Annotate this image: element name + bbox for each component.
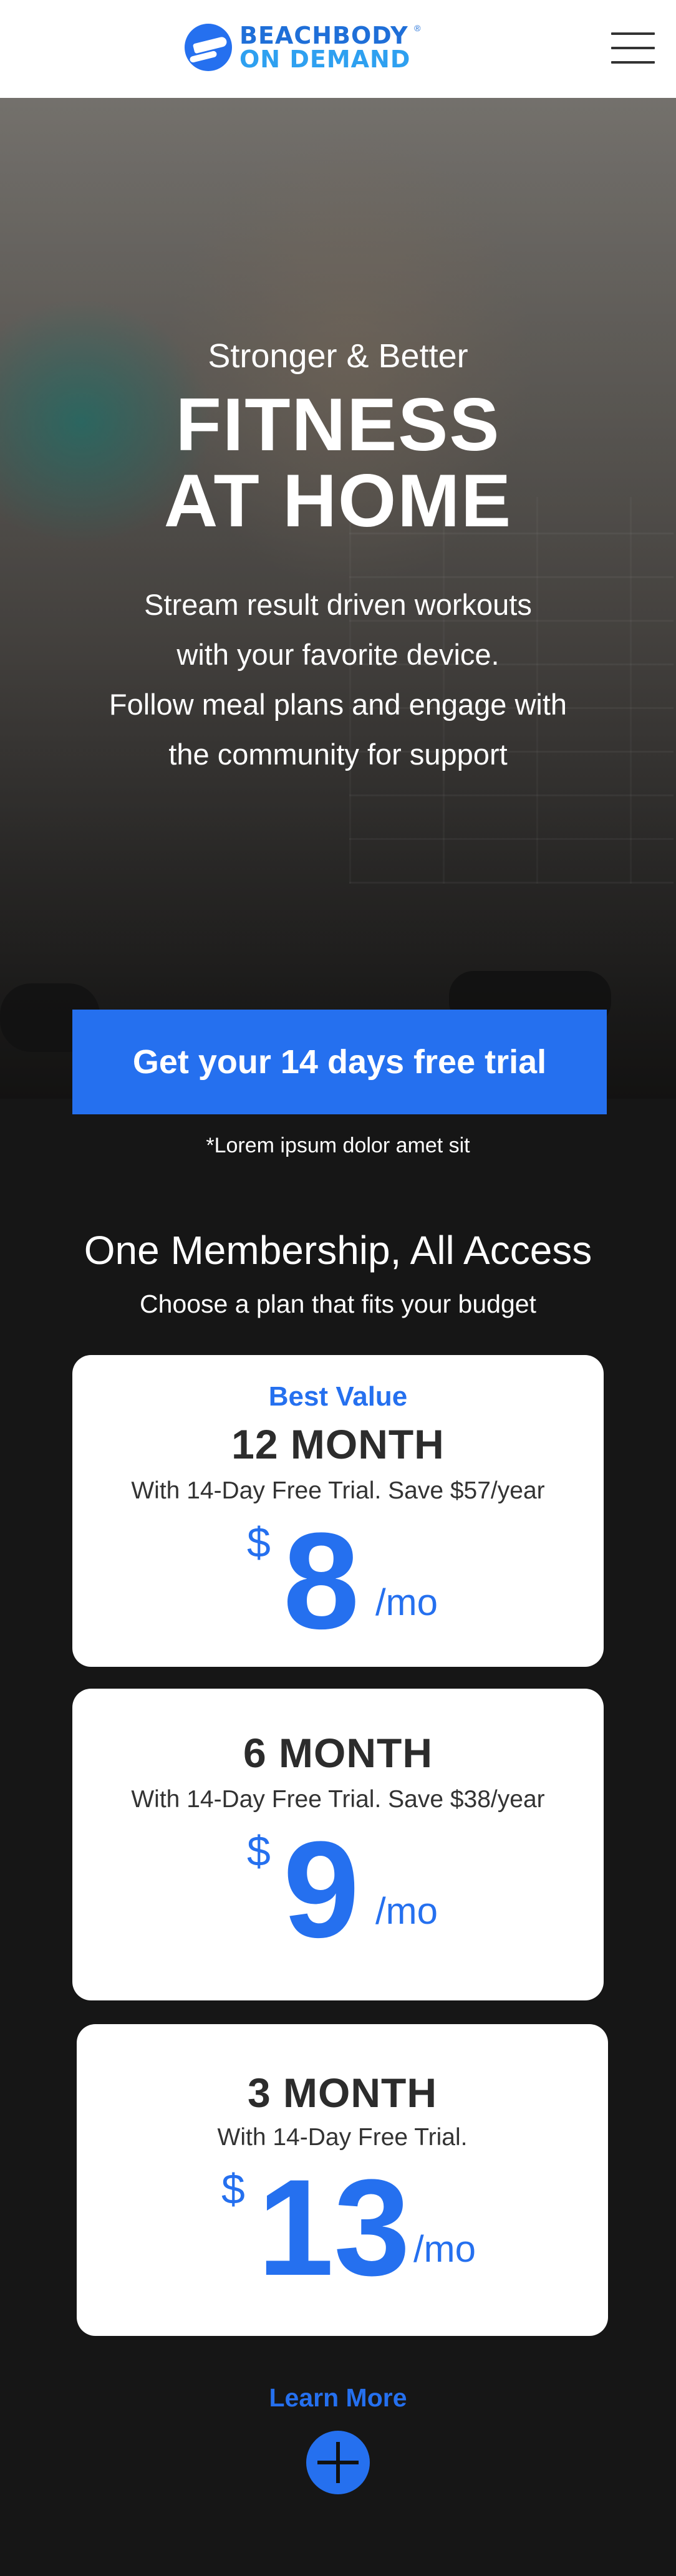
- price-currency: $: [247, 1519, 271, 1566]
- plan-name: 6 MONTH: [243, 1730, 433, 1776]
- hero-title-line-1: FITNESS: [175, 383, 501, 466]
- membership-title: One Membership, All Access: [84, 1228, 592, 1273]
- plan-card-12-month[interactable]: Best Value 12 MONTH With 14-Day Free Tri…: [72, 1355, 604, 1667]
- hero-description: Stream result driven workouts with your …: [56, 580, 620, 779]
- hero-eyebrow: Stronger & Better: [208, 337, 468, 375]
- plan-subtitle: With 14-Day Free Trial. Save $57/year: [131, 1477, 545, 1504]
- hero-description-line: with your favorite device.: [176, 638, 500, 671]
- price-currency: $: [247, 1828, 271, 1875]
- hero-title: FITNESS AT HOME: [0, 387, 676, 539]
- logo-line-2: ON DEMAND: [239, 46, 411, 73]
- plan-card-3-month[interactable]: 3 MONTH With 14-Day Free Trial. $ 13 /mo: [77, 2024, 608, 2336]
- plan-name: 12 MONTH: [231, 1421, 445, 1467]
- hero-description-line: Stream result driven workouts: [144, 588, 532, 621]
- logo-line-1: BEACHBODY: [239, 22, 408, 49]
- logo-wordmark: BEACHBODY ON DEMAND ®: [239, 22, 420, 73]
- plan-subtitle: With 14-Day Free Trial.: [217, 2124, 468, 2151]
- price-unit: /mo: [413, 2228, 476, 2270]
- disclaimer-text: *Lorem ipsum dolor amet sit: [206, 1134, 470, 1157]
- price-amount: 9: [283, 1813, 360, 1966]
- hamburger-line: [611, 61, 655, 64]
- plan-price: $ 8 /mo: [72, 1504, 604, 1657]
- price-unit: /mo: [375, 1581, 438, 1623]
- plan-subtitle: With 14-Day Free Trial. Save $38/year: [131, 1786, 545, 1813]
- best-value-badge: Best Value: [268, 1381, 408, 1412]
- plus-icon[interactable]: [306, 2431, 370, 2494]
- hamburger-menu-icon[interactable]: [611, 32, 655, 64]
- beachbody-logo-mark-icon: [185, 24, 232, 71]
- hero-description-line: the community for support: [168, 738, 508, 771]
- plan-price: $ 9 /mo: [72, 1813, 604, 1966]
- free-trial-button[interactable]: Get your 14 days free trial: [72, 1010, 607, 1114]
- price-amount: 13: [258, 2151, 410, 2304]
- plan-card-6-month[interactable]: 6 MONTH With 14-Day Free Trial. Save $38…: [72, 1689, 604, 2000]
- top-header: BEACHBODY ON DEMAND ®: [0, 0, 676, 98]
- hamburger-line: [611, 32, 655, 35]
- registered-mark: ®: [414, 23, 421, 33]
- beachbody-logo[interactable]: BEACHBODY ON DEMAND ®: [185, 22, 420, 73]
- hamburger-line: [611, 47, 655, 49]
- plan-name: 3 MONTH: [248, 2070, 437, 2116]
- plan-price: $ 13 /mo: [77, 2151, 608, 2304]
- price-unit: /mo: [375, 1890, 438, 1932]
- price-currency: $: [221, 2166, 245, 2213]
- price-amount: 8: [283, 1504, 360, 1657]
- hero-title-line-2: AT HOME: [163, 459, 513, 543]
- hero-description-line: Follow meal plans and engage with: [109, 688, 567, 721]
- membership-subtitle: Choose a plan that fits your budget: [140, 1290, 536, 1318]
- learn-more-link[interactable]: Learn More: [0, 2383, 676, 2413]
